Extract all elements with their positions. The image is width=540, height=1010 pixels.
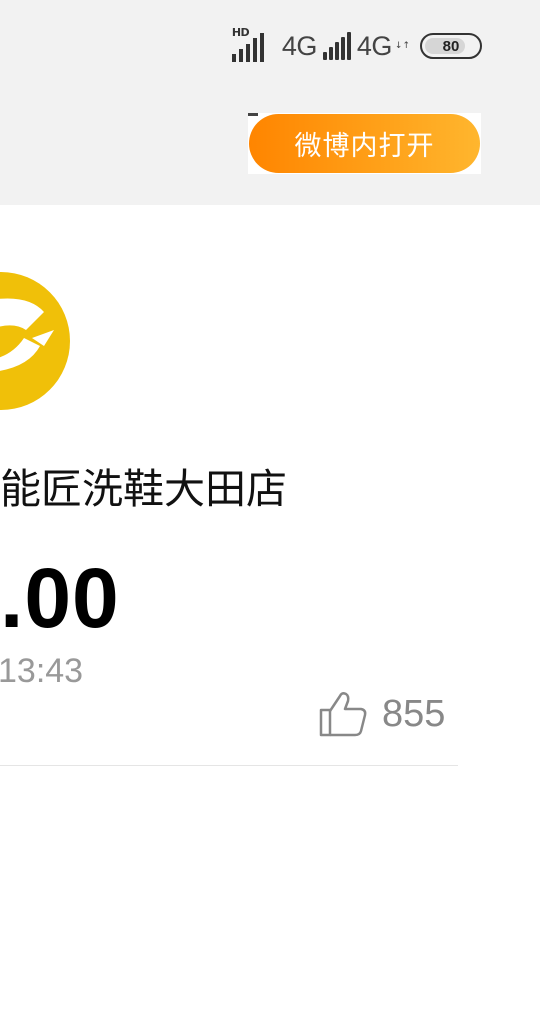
network-type-1: 4G <box>281 30 318 61</box>
status-bar: HD 4G 4G ↓↑ 80 <box>231 26 482 66</box>
divider <box>0 765 458 766</box>
thumbs-up-icon <box>319 692 367 737</box>
open-in-weibo-button[interactable]: 微博内打开 <box>249 114 480 173</box>
payment-amount: 0.00 <box>0 550 120 647</box>
battery-level: 80 <box>442 37 460 55</box>
avatar[interactable] <box>0 272 70 410</box>
signal-strength-icon <box>322 32 351 60</box>
weibo-post-page: HD 4G 4G ↓↑ 80 微博内打开 能匠洗鞋大田店 .00 13:43 8… <box>0 0 540 1010</box>
payment-amount-text: .00 <box>0 551 120 645</box>
like-count: 855 <box>382 692 446 735</box>
top-header-area: HD 4G 4G ↓↑ 80 微博内打开 <box>0 0 540 205</box>
avatar-logo-icon <box>0 298 54 371</box>
battery-icon: 80 <box>420 33 482 59</box>
network-type-2: 4G <box>356 30 393 61</box>
merchant-name: 合能匠洗鞋大田店 <box>0 455 287 515</box>
post-time: 13:43 <box>0 652 84 690</box>
open-button-container: 微博内打开 <box>248 113 481 174</box>
hd-signal-icon: HD <box>231 26 276 64</box>
like-button[interactable]: 855 <box>318 690 445 738</box>
partial-glyph <box>248 113 258 116</box>
merchant-name-text: 能匠洗鞋大田店 <box>0 465 287 513</box>
data-activity-icon: ↓↑ <box>394 41 410 51</box>
